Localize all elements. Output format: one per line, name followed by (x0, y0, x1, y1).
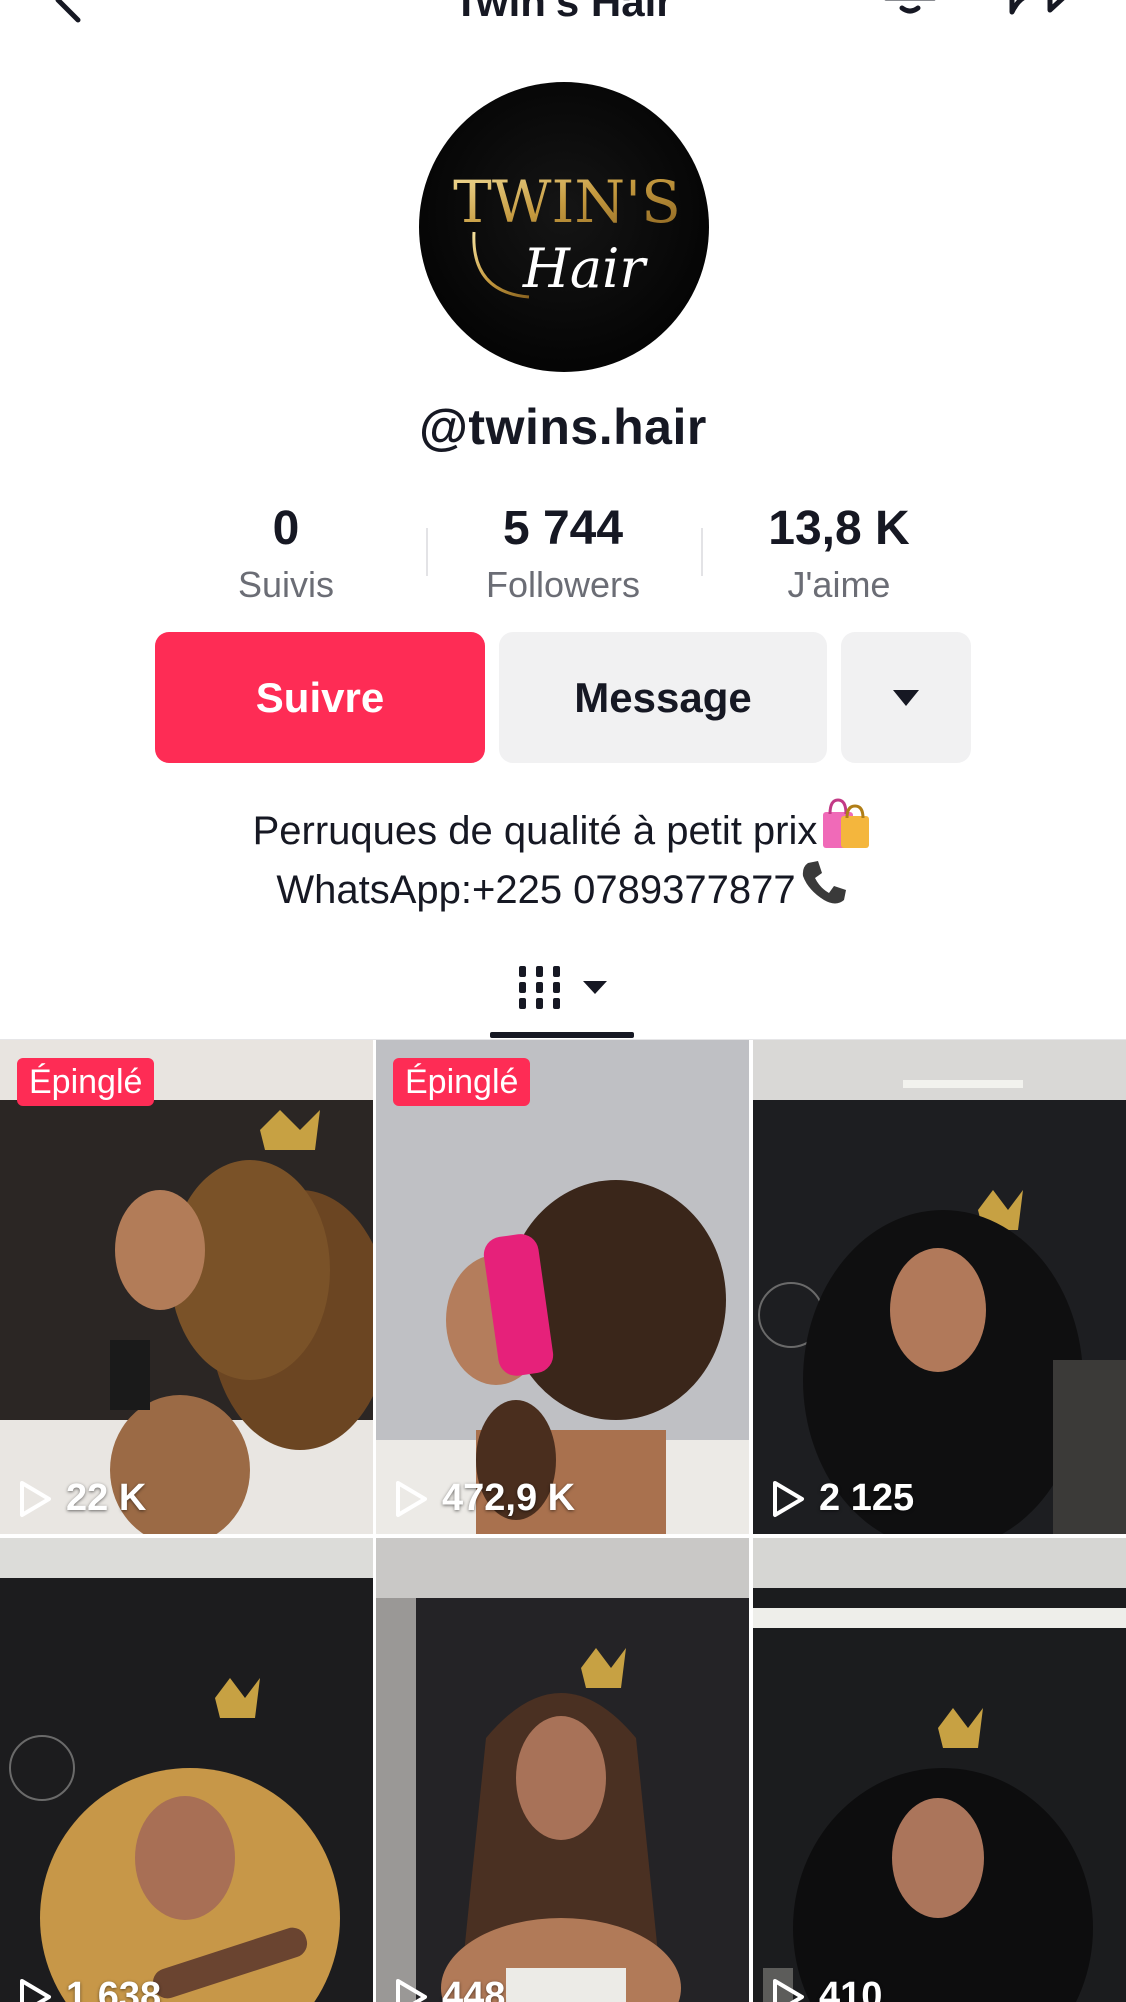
profile-stats: 0 Suivis 5 744 Followers 13,8 K J'aime (0, 500, 1126, 610)
view-count-text: 448 (442, 1975, 506, 2002)
video-thumbnail[interactable]: 448 (376, 1538, 749, 2002)
play-icon (396, 1978, 427, 2002)
message-button[interactable]: Message (499, 632, 827, 763)
view-count: 2 125 (771, 1477, 914, 1520)
video-thumbnail-image (0, 1538, 373, 2002)
video-grid: Épinglé 22 K Épinglé 472,9 K 2 125 1 638… (0, 1040, 1126, 2002)
stat-divider (701, 528, 703, 576)
follow-button[interactable]: Suivre (155, 632, 485, 763)
play-icon (20, 1978, 51, 2002)
grid-view-icon (519, 966, 560, 1009)
shopping-bags-icon (823, 798, 870, 848)
stat-value: 13,8 K (768, 502, 910, 555)
stat-label: Followers (485, 564, 641, 605)
bio-line: Perruques de qualité à petit prix (0, 798, 1126, 857)
play-icon (20, 1480, 51, 1517)
view-count: 22 K (18, 1477, 146, 1520)
caret-down-icon (583, 980, 607, 994)
stat-value: 5 744 (502, 502, 624, 555)
video-thumbnail-image (753, 1538, 1126, 2002)
view-count: 1 638 (18, 1975, 161, 2002)
view-count: 472,9 K (394, 1477, 575, 1520)
content-tabs (0, 940, 1126, 1040)
video-thumbnail[interactable]: Épinglé 22 K (0, 1040, 373, 1534)
video-thumbnail[interactable]: 1 638 (0, 1538, 373, 2002)
profile-bio: Perruques de qualité à petit prix WhatsA… (0, 798, 1126, 916)
profile-avatar[interactable]: TWIN'S Hair (419, 82, 709, 372)
page-title: Twin's Hair (453, 0, 673, 25)
notifications-button[interactable] (878, 0, 942, 34)
video-thumbnail-image (753, 1040, 1126, 1534)
view-count-text: 22 K (66, 1477, 147, 1519)
svg-text:Hair: Hair (522, 237, 649, 300)
bell-icon (884, 0, 936, 14)
play-icon (396, 1480, 427, 1517)
active-tab-indicator (490, 1032, 634, 1038)
stat-followers[interactable]: 5 744 Followers (433, 500, 693, 610)
video-thumbnail[interactable]: 410 (753, 1538, 1126, 2002)
more-options-button[interactable] (841, 632, 971, 763)
view-count-text: 410 (819, 1975, 883, 2002)
share-arrow-icon (1009, 0, 1065, 15)
video-thumbnail-image (376, 1538, 749, 2002)
stat-label: Suivis (237, 564, 335, 605)
svg-text:TWIN'S: TWIN'S (453, 168, 681, 236)
telephone-receiver-icon (802, 861, 846, 904)
video-thumbnail[interactable]: Épinglé 472,9 K (376, 1040, 749, 1534)
pinned-badge: Épinglé (393, 1058, 531, 1106)
play-icon (773, 1978, 804, 2002)
caret-down-icon (893, 689, 919, 706)
view-count-text: 1 638 (66, 1975, 162, 2002)
video-thumbnail-image (0, 1040, 373, 1534)
bio-text: WhatsApp:+225 0789377877 (276, 868, 796, 912)
bio-line: WhatsApp:+225 0789377877 (0, 857, 1126, 916)
top-navigation: Twin's Hair (0, 0, 1126, 40)
stat-following[interactable]: 0 Suivis (156, 500, 416, 610)
play-icon (773, 1480, 804, 1517)
view-count-text: 472,9 K (442, 1477, 576, 1519)
video-thumbnail[interactable]: 2 125 (753, 1040, 1126, 1534)
video-thumbnail-image (376, 1040, 749, 1534)
stat-label: J'aime (787, 564, 891, 605)
profile-username: @twins.hair (419, 399, 707, 455)
tab-videos-grid[interactable] (490, 940, 634, 1034)
view-count: 448 (394, 1975, 505, 2002)
twins-hair-logo-icon: TWIN'S Hair (453, 168, 681, 300)
share-button[interactable] (1000, 0, 1080, 32)
bio-text: Perruques de qualité à petit prix (252, 809, 818, 853)
stat-divider (426, 528, 428, 576)
view-count: 410 (771, 1975, 882, 2002)
stat-likes[interactable]: 13,8 K J'aime (709, 500, 969, 610)
pinned-badge: Épinglé (17, 1058, 155, 1106)
stat-value: 0 (272, 502, 300, 555)
view-count-text: 2 125 (819, 1477, 915, 1519)
